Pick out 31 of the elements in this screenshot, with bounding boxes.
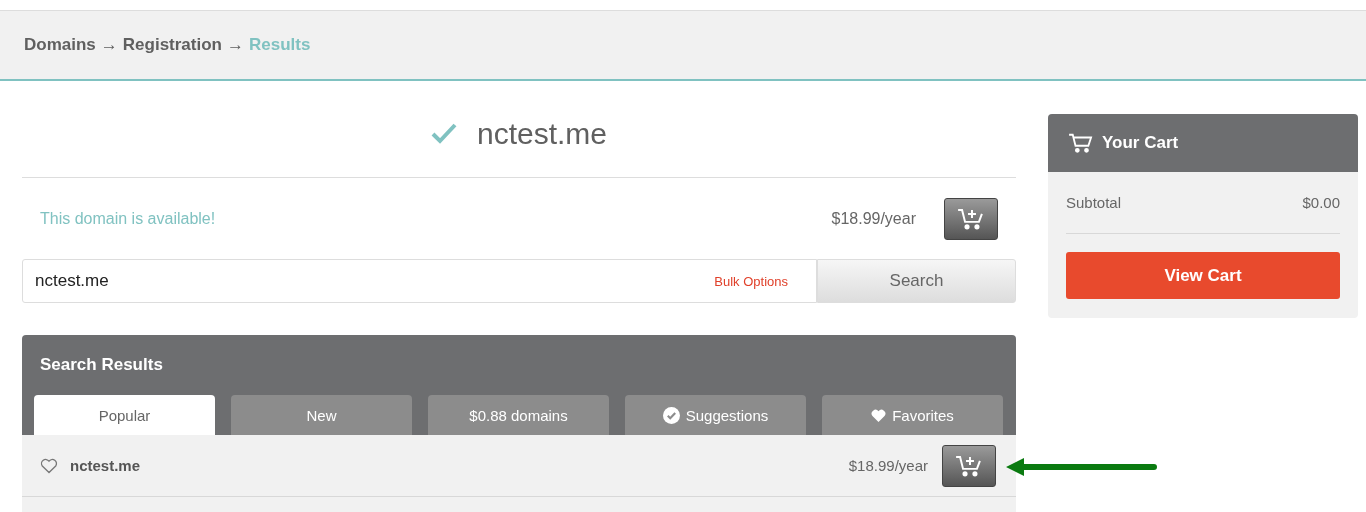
add-to-cart-button[interactable] — [944, 197, 998, 240]
add-to-cart-button[interactable] — [942, 444, 996, 487]
availability-message: This domain is available! — [40, 209, 217, 228]
breadcrumb-item[interactable]: Registration — [122, 35, 222, 55]
search-button[interactable]: Search — [817, 259, 1016, 303]
results-tab[interactable]: New — [231, 395, 412, 435]
heart-icon[interactable] — [40, 457, 58, 474]
breadcrumb-separator: → — [227, 35, 244, 55]
cart-icon — [1068, 132, 1094, 154]
domain-price: $18.99/year — [831, 209, 916, 228]
heart-icon — [871, 408, 887, 422]
cart-title: Your Cart — [1102, 133, 1179, 153]
breadcrumb-item[interactable]: Domains — [24, 35, 96, 55]
bulk-options-link[interactable]: Bulk Options — [714, 273, 788, 289]
check-circle-icon — [662, 406, 680, 424]
breadcrumb-item: Results — [249, 35, 311, 55]
add-to-cart-icon — [955, 453, 983, 478]
results-tab[interactable]: Suggestions — [625, 395, 806, 435]
add-to-cart-icon — [957, 206, 985, 231]
result-price: $18.99/year — [848, 457, 928, 474]
search-field[interactable]: nctest.me Bulk Options — [22, 259, 817, 303]
subtotal-value: $0.00 — [1302, 194, 1340, 211]
panel-title: Search Results — [40, 355, 163, 375]
view-cart-button[interactable]: View Cart — [1066, 252, 1340, 299]
results-tab[interactable]: $0.88 domains — [428, 395, 609, 435]
results-tab[interactable]: Popular — [34, 395, 215, 435]
result-domain: nctest.me — [70, 457, 142, 474]
subtotal-label: Subtotal — [1066, 194, 1122, 211]
results-tab[interactable]: Favorites — [822, 395, 1003, 435]
domain-title: nctest.me — [476, 117, 608, 151]
breadcrumb-separator: → — [100, 35, 118, 55]
